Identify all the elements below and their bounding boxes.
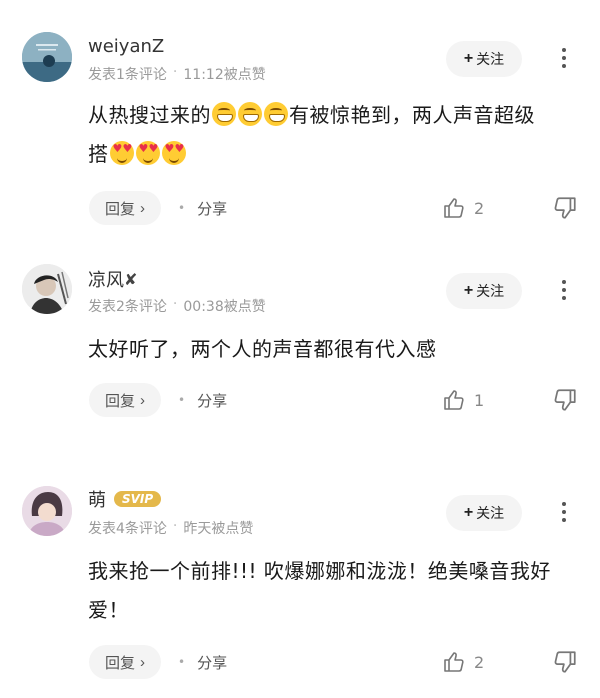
- comment-text: 太好听了，两个人的声音都很有代入感: [88, 337, 437, 361]
- chevron-right-icon: ›: [140, 653, 145, 671]
- follow-label: 关注: [476, 51, 505, 67]
- avatar-image: [22, 264, 72, 314]
- chevron-right-icon: ›: [140, 199, 145, 217]
- more-options-icon[interactable]: [554, 43, 574, 73]
- follow-button[interactable]: + 关注: [446, 273, 522, 309]
- comment-actions: 回复 › • 分享 1: [0, 383, 600, 417]
- heart-eyes-emoji-icon: [109, 141, 134, 165]
- comment-actions: 回复 › • 分享 2: [0, 645, 600, 679]
- more-options-icon[interactable]: [554, 497, 574, 527]
- meta-separator: ·: [172, 64, 178, 80]
- username[interactable]: weiyanZ: [88, 36, 164, 57]
- share-label: 分享: [197, 199, 228, 218]
- meta-separator: ·: [172, 296, 178, 312]
- grin-emoji-icon: [238, 102, 262, 126]
- follow-label: 关注: [476, 505, 505, 521]
- comment-text-part: 从热搜过来的: [88, 103, 211, 127]
- comment-count: 发表1条评论: [88, 67, 167, 83]
- plus-icon: +: [463, 504, 474, 521]
- grin-emoji-icon: [264, 102, 288, 126]
- comment-count: 发表4条评论: [88, 521, 167, 537]
- comment-text-part: 搭: [88, 142, 109, 166]
- avatar[interactable]: [22, 264, 72, 314]
- comment-text-part: 有被惊艳到，两人声音超级: [289, 103, 535, 127]
- plus-icon: +: [463, 50, 474, 67]
- meta-separator: ·: [172, 518, 178, 534]
- verified-mark-icon: ✘: [124, 269, 138, 289]
- thumbs-down-icon[interactable]: [552, 649, 578, 675]
- share-label: 分享: [197, 391, 228, 410]
- share-label: 分享: [197, 653, 228, 672]
- comment-count: 发表2条评论: [88, 299, 167, 315]
- plus-icon: +: [463, 282, 474, 299]
- thumbs-up-icon: [444, 652, 464, 672]
- grin-emoji-icon: [212, 102, 236, 126]
- avatar[interactable]: [22, 32, 72, 82]
- follow-button[interactable]: + 关注: [446, 41, 522, 77]
- reply-button[interactable]: 回复 ›: [89, 645, 161, 679]
- like-count: 2: [474, 652, 485, 672]
- thumbs-up-icon: [444, 198, 464, 218]
- liked-time: 11:12被点赞: [183, 67, 266, 83]
- separator-dot: •: [178, 201, 186, 215]
- share-button[interactable]: • 分享: [178, 191, 227, 225]
- follow-button[interactable]: + 关注: [446, 495, 522, 531]
- username[interactable]: 萌: [88, 486, 106, 512]
- heart-eyes-emoji-icon: [135, 141, 160, 165]
- separator-dot: •: [178, 393, 186, 407]
- more-options-icon[interactable]: [554, 275, 574, 305]
- reply-button[interactable]: 回复 ›: [89, 383, 161, 417]
- svip-badge: SVIP: [114, 491, 162, 507]
- reply-label: 回复: [104, 392, 135, 410]
- like-count: 1: [474, 390, 485, 410]
- separator-dot: •: [178, 655, 186, 669]
- liked-time: 00:38被点赞: [183, 299, 266, 315]
- like-button[interactable]: 1: [442, 383, 484, 417]
- like-button[interactable]: 2: [442, 191, 484, 225]
- avatar-image: [22, 32, 72, 82]
- thumbs-up-icon: [444, 390, 464, 410]
- username[interactable]: 凉风: [88, 266, 124, 292]
- reply-label: 回复: [104, 654, 135, 672]
- like-count: 2: [474, 198, 485, 218]
- comment-text: 我来抢一个前排!!! 吹爆娜娜和泷泷！绝美嗓音我好爱！: [88, 559, 551, 622]
- comment-actions: 回复 › • 分享 2: [0, 191, 600, 225]
- share-button[interactable]: • 分享: [178, 383, 227, 417]
- thumbs-down-icon[interactable]: [552, 387, 578, 413]
- reply-button[interactable]: 回复 ›: [89, 191, 161, 225]
- share-button[interactable]: • 分享: [178, 645, 227, 679]
- like-button[interactable]: 2: [442, 645, 484, 679]
- heart-eyes-emoji-icon: [161, 141, 186, 165]
- avatar-image: [22, 486, 72, 536]
- follow-label: 关注: [476, 283, 505, 299]
- thumbs-down-icon[interactable]: [552, 195, 578, 221]
- chevron-right-icon: ›: [140, 391, 145, 409]
- avatar[interactable]: [22, 486, 72, 536]
- liked-time: 昨天被点赞: [183, 521, 254, 537]
- reply-label: 回复: [104, 200, 135, 218]
- comment-text: 从热搜过来的 有被惊艳到，两人声音超级搭: [88, 96, 578, 174]
